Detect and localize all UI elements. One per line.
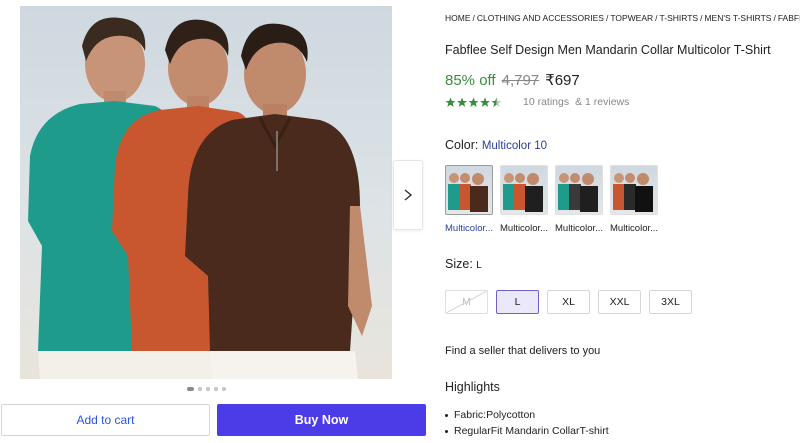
breadcrumb-brand[interactable]: FABFLEE MEN [778, 13, 800, 23]
gallery-dots [187, 387, 226, 391]
color-swatch-label-4[interactable]: Multicolor... [610, 223, 658, 234]
size-options: M L XL XXL 3XL [445, 290, 692, 314]
size-option-xl[interactable]: XL [547, 290, 590, 314]
color-swatch-2[interactable] [500, 165, 548, 215]
star-rating-icon [445, 97, 502, 107]
gallery-dot[interactable] [222, 387, 226, 391]
rating-stars [445, 97, 503, 108]
selected-size-value: L [476, 260, 482, 271]
product-main-image[interactable] [20, 6, 392, 379]
reviews-count[interactable]: & 1 reviews [575, 96, 629, 108]
color-swatch-4[interactable] [610, 165, 658, 215]
swatch-thumbnail [558, 173, 598, 212]
breadcrumb-home[interactable]: HOME [445, 13, 471, 23]
add-to-cart-button[interactable]: Add to cart [1, 404, 210, 436]
gallery-dot-active[interactable] [187, 387, 194, 391]
gallery-dot[interactable] [206, 387, 210, 391]
color-swatch-3[interactable] [555, 165, 603, 215]
color-label: Color: Multicolor 10 [445, 138, 548, 152]
original-price: 4,797 [501, 72, 540, 89]
size-option-3xl[interactable]: 3XL [649, 290, 692, 314]
highlights-title: Highlights [445, 380, 500, 394]
size-option-xxl[interactable]: XXL [598, 290, 641, 314]
breadcrumb-clothing[interactable]: CLOTHING AND ACCESSORIES [477, 13, 604, 23]
discount-percent: 85% off [445, 72, 496, 89]
color-swatch-label-1[interactable]: Multicolor... [445, 223, 493, 234]
color-swatches [445, 165, 658, 215]
breadcrumb-topwear[interactable]: TOPWEAR [610, 13, 653, 23]
product-gallery: Add to cart Buy Now [0, 0, 430, 443]
size-option-l[interactable]: L [496, 290, 539, 314]
product-title: Fabflee Self Design Men Mandarin Collar … [445, 43, 771, 57]
selling-price: ₹697 [545, 72, 580, 89]
gallery-dot[interactable] [214, 387, 218, 391]
color-swatch-label-2[interactable]: Multicolor... [500, 223, 548, 234]
breadcrumb: HOME / CLOTHING AND ACCESSORIES / TOPWEAR / T-… [445, 13, 800, 23]
highlights-list: Fabric:Polycotton RegularFit Mandarin Co… [445, 407, 609, 439]
size-option-m: M [445, 290, 488, 314]
rating-row: 10 ratings & 1 reviews [445, 96, 629, 108]
color-swatch-1[interactable] [445, 165, 493, 215]
gallery-dot[interactable] [198, 387, 202, 391]
size-label: Size: L [445, 257, 482, 271]
highlight-item: RegularFit Mandarin CollarT-shirt [445, 423, 609, 439]
chevron-right-icon [404, 189, 413, 201]
next-image-button[interactable] [393, 160, 423, 230]
color-swatch-labels: Multicolor... Multicolor... Multicolor..… [445, 223, 658, 234]
find-seller-text[interactable]: Find a seller that delivers to you [445, 345, 600, 357]
buy-now-button[interactable]: Buy Now [217, 404, 426, 436]
breadcrumb-tshirts[interactable]: T-SHIRTS [660, 13, 699, 23]
breadcrumb-mens-tshirts[interactable]: MEN'S T-SHIRTS [704, 13, 771, 23]
bullet-icon [445, 413, 448, 417]
three-models-image [28, 17, 372, 379]
price-row: 85% off 4,797 ₹697 [445, 71, 580, 89]
strikethrough-icon [446, 291, 487, 313]
bullet-icon [445, 429, 448, 433]
highlight-item: Fabric:Polycotton [445, 407, 609, 423]
swatch-thumbnail [613, 173, 653, 212]
product-details: HOME / CLOTHING AND ACCESSORIES / TOPWEAR / T-… [445, 0, 800, 443]
ratings-count[interactable]: 10 ratings [523, 96, 569, 108]
color-swatch-label-3[interactable]: Multicolor... [555, 223, 603, 234]
selected-color-value: Multicolor 10 [481, 140, 548, 152]
swatch-thumbnail [503, 173, 543, 212]
swatch-thumbnail [448, 173, 488, 212]
